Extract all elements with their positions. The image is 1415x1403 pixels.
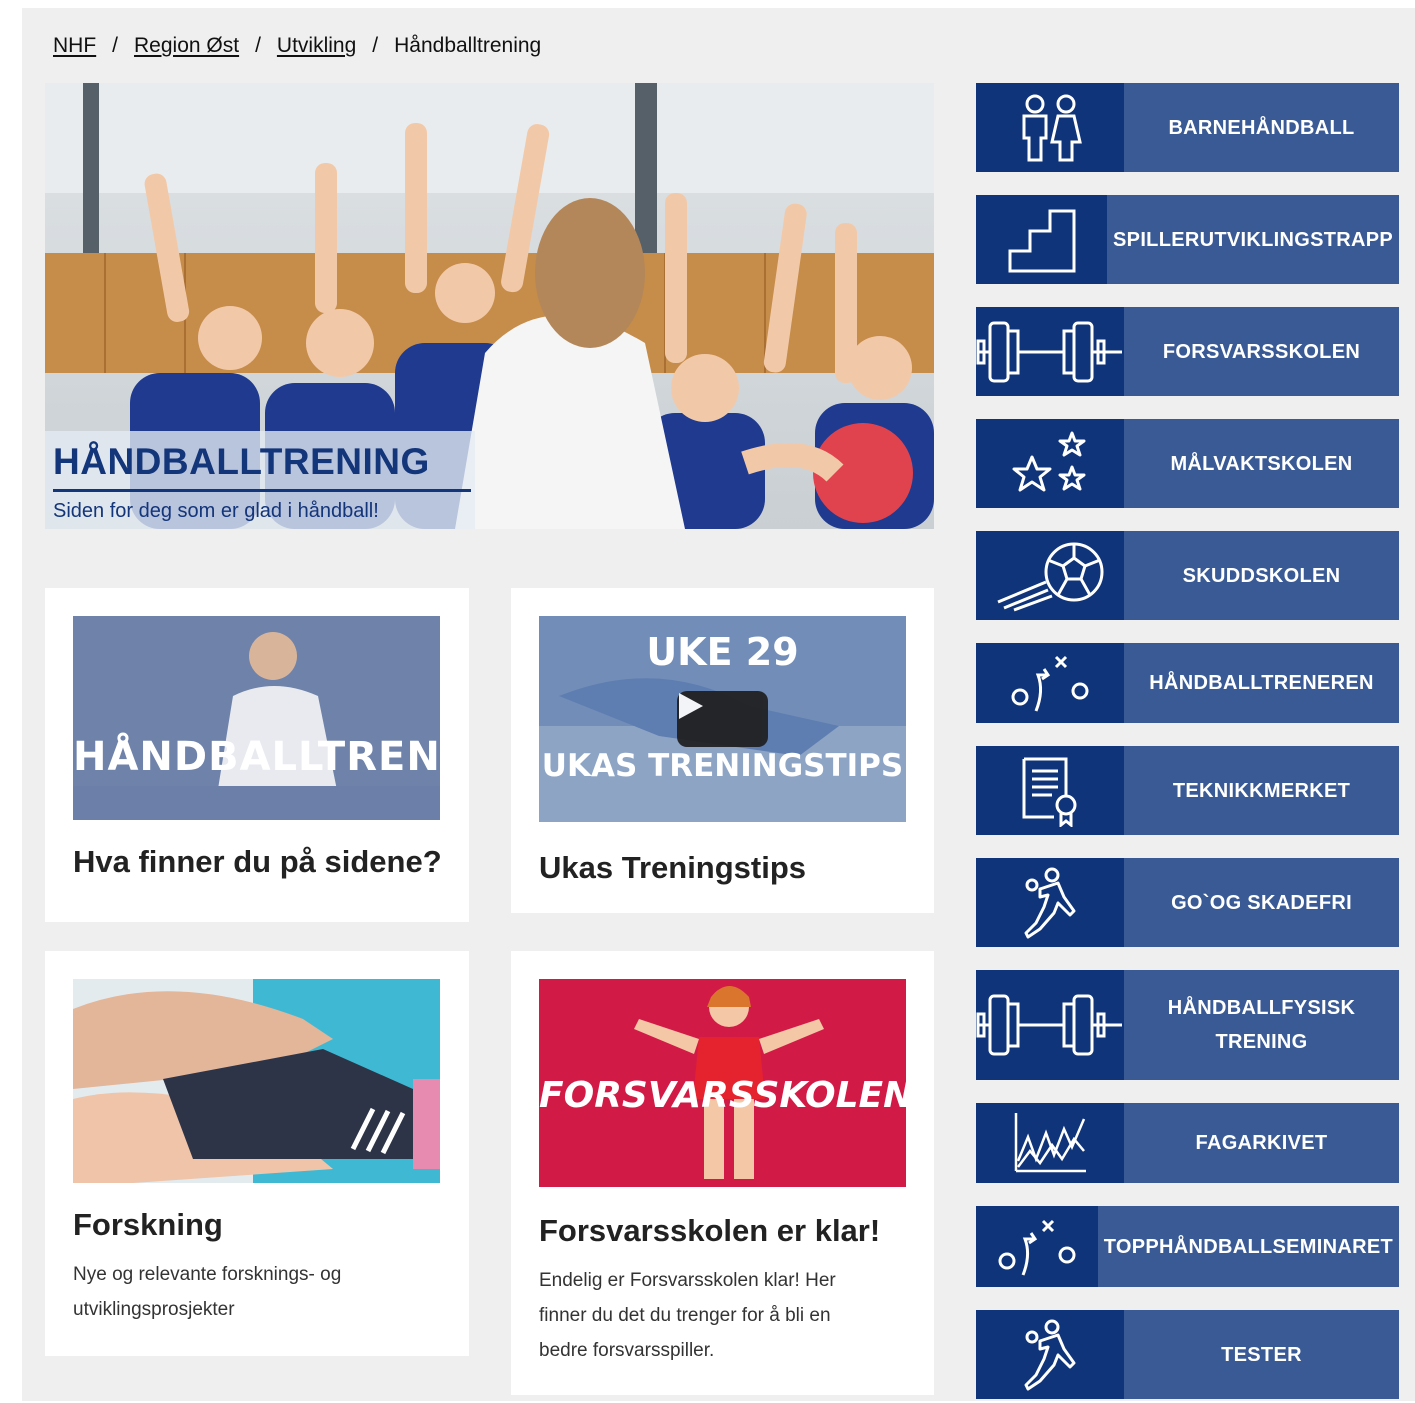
card-title[interactable]: Ukas Treningstips xyxy=(539,850,806,886)
sidebar-item-label: FORSVARSSKOLEN xyxy=(1162,340,1361,363)
player-photo xyxy=(73,616,440,820)
hero-title: HÅNDBALLTRENING xyxy=(53,441,430,482)
sidebar-item-label: GO`OG SKADEFRI xyxy=(1171,891,1352,914)
stairs-icon xyxy=(976,195,1108,284)
certificate-icon xyxy=(976,746,1124,835)
play-icon[interactable] xyxy=(677,691,768,747)
card-description: Endelig er Forsvarsskolen klar! Her finn… xyxy=(539,1270,836,1361)
card-description: Nye og relevante forsknings- og utviklin… xyxy=(73,1264,342,1320)
sidebar-item-fagarkivet[interactable]: FAGARKIVET xyxy=(976,1103,1399,1183)
card-image xyxy=(73,979,440,1183)
breadcrumb-link-utvikling[interactable]: Utvikling xyxy=(277,34,356,58)
sidebar-item-barnehandball[interactable]: BARNEHÅNDBALL xyxy=(976,83,1399,172)
play-triangle xyxy=(679,693,703,719)
card-image-text: FORSVARSSKOLEN xyxy=(539,1075,906,1116)
sidebar-item-label: HÅNDBALLFYSISK TRENING xyxy=(1167,997,1356,1053)
page: NHF / Region Øst / Utvikling / Håndballt… xyxy=(22,8,1415,1401)
sidebar-item-label: BARNEHÅNDBALL xyxy=(1168,116,1355,139)
card-forskning[interactable]: Forskning Nye og relevante forsknings- o… xyxy=(45,951,469,1356)
sidebar-item-label: SPILLERUTVIKLINGSTRAPP xyxy=(1113,228,1393,251)
player-icon xyxy=(976,858,1124,947)
tactics-icon xyxy=(976,1206,1098,1287)
card-image: FORSVARSSKOLEN xyxy=(539,979,906,1187)
sidebar-item-malvaktskolen[interactable]: MÅLVAKTSKOLEN xyxy=(976,419,1399,508)
dumbbell-icon xyxy=(976,970,1124,1080)
sidebar-item-spillerutviklingstrapp[interactable]: SPILLERUTVIKLINGSTRAPP xyxy=(976,195,1399,284)
card-image-text-top: UKE 29 xyxy=(646,630,799,674)
tactics-icon xyxy=(976,643,1124,723)
breadcrumb-link-nhf[interactable]: NHF xyxy=(53,34,96,58)
hero-divider xyxy=(53,489,471,492)
player-icon xyxy=(976,1310,1124,1399)
breadcrumb-separator: / xyxy=(372,34,379,57)
hero-subtitle: Siden for deg som er glad i håndball! xyxy=(53,500,379,522)
dumbbell-icon xyxy=(976,307,1124,396)
card-video-thumbnail: UKE 29 UKAS TRENINGSTIPS xyxy=(539,616,906,822)
sidebar-item-label: HÅNDBALLTRENEREN xyxy=(1149,672,1374,694)
sidebar-item-label: TESTER xyxy=(1221,1343,1302,1366)
card-hva-finner-du[interactable]: HÅNDBALLTRENING Hva finner du på sidene? xyxy=(45,588,469,922)
sidebar-item-topphandballseminaret[interactable]: TOPPHÅNDBALLSEMINARET xyxy=(976,1206,1399,1287)
card-forsvarsskolen[interactable]: FORSVARSSKOLEN Forsvarsskolen er klar! E… xyxy=(511,951,934,1395)
sidebar-item-skuddskolen[interactable]: SKUDDSKOLEN xyxy=(976,531,1399,620)
sidebar-item-label: SKUDDSKOLEN xyxy=(1182,564,1341,587)
chart-icon xyxy=(976,1103,1124,1183)
breadcrumb-separator: / xyxy=(255,34,261,57)
breadcrumb: NHF / Region Øst / Utvikling / Håndballt… xyxy=(53,34,541,58)
hero-banner: HÅNDBALLTRENING Siden for deg som er gla… xyxy=(45,83,934,529)
sidebar-item-label: TEKNIKKMERKET xyxy=(1172,779,1351,802)
sidebar-item-go-og-skadefri[interactable]: GO`OG SKADEFRI xyxy=(976,858,1399,947)
card-title[interactable]: Forskning xyxy=(73,1207,223,1243)
card-title[interactable]: Hva finner du på sidene? xyxy=(73,844,442,880)
hero-caption: HÅNDBALLTRENING Siden for deg som er gla… xyxy=(45,431,475,529)
sidebar-item-label: FAGARKIVET xyxy=(1195,1132,1328,1154)
children-icon xyxy=(976,83,1124,172)
breadcrumb-link-region[interactable]: Region Øst xyxy=(134,34,239,58)
sidebar-item-label: MÅLVAKTSKOLEN xyxy=(1170,452,1353,475)
stars-icon xyxy=(976,419,1124,508)
card-image-text: HÅNDBALLTRENING xyxy=(73,734,440,780)
sidebar-item-handballtreneren[interactable]: HÅNDBALLTRENEREN xyxy=(976,643,1399,723)
sidebar-item-forsvarsskolen[interactable]: FORSVARSSKOLEN xyxy=(976,307,1399,396)
breadcrumb-current: Håndballtrening xyxy=(394,34,542,57)
card-ukas-treningstips[interactable]: UKE 29 UKAS TRENINGSTIPS Ukas Treningsti… xyxy=(511,588,934,913)
wrist-brace-photo xyxy=(73,979,440,1183)
card-image: HÅNDBALLTRENING xyxy=(73,616,440,820)
sidebar-item-handballfysisk-trening[interactable]: HÅNDBALLFYSISK TRENING xyxy=(976,970,1399,1080)
sidebar-item-label: TOPPHÅNDBALLSEMINARET xyxy=(1103,1235,1393,1258)
ball-icon xyxy=(976,531,1124,620)
sidebar-item-tester[interactable]: TESTER xyxy=(976,1310,1399,1399)
card-image-text-bottom: UKAS TRENINGSTIPS xyxy=(541,748,904,784)
sidebar-item-teknikkmerket[interactable]: TEKNIKKMERKET xyxy=(976,746,1399,835)
breadcrumb-separator: / xyxy=(112,34,119,57)
card-title[interactable]: Forsvarsskolen er klar! xyxy=(539,1213,880,1249)
